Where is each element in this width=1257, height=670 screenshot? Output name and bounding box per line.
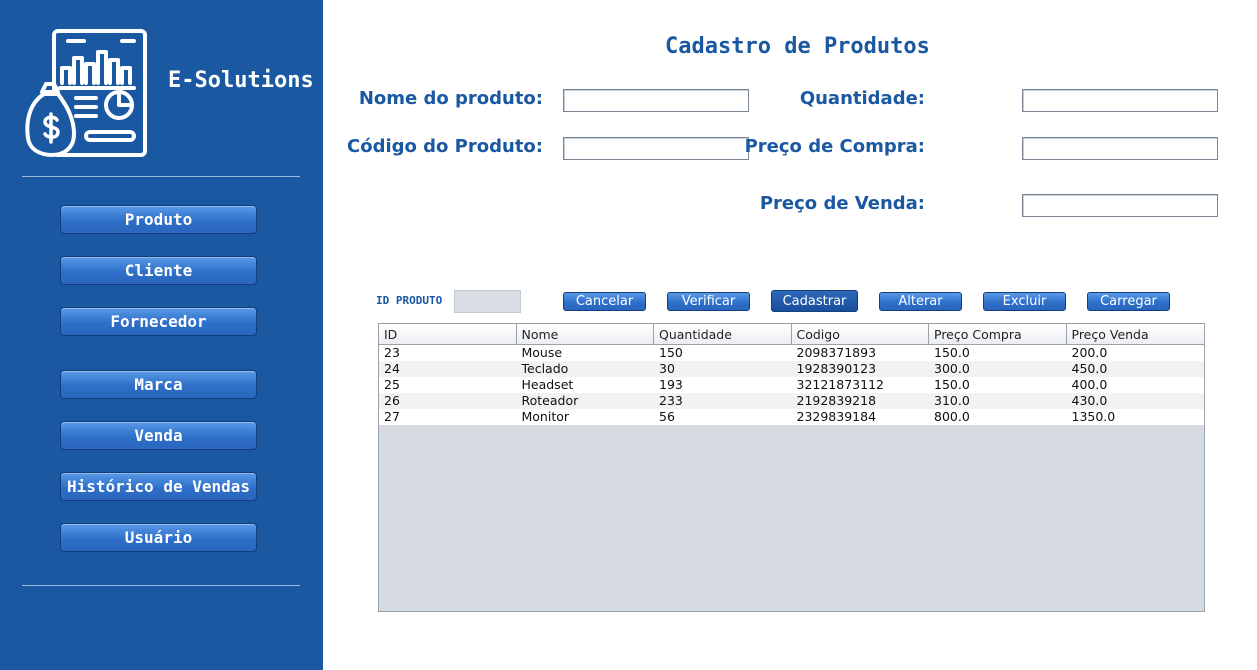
cell-preco-venda: 430.0 — [1071, 393, 1108, 408]
column-header-id[interactable]: ID — [379, 324, 517, 344]
alterar-button[interactable]: Alterar — [879, 292, 962, 311]
cell-id: 27 — [384, 409, 400, 424]
cell-quantidade: 233 — [659, 393, 683, 408]
table-row[interactable]: 25 Headset 193 32121873112 150.0 400.0 — [379, 377, 1204, 393]
cell-codigo: 2192839218 — [796, 393, 877, 408]
cadastrar-button[interactable]: Cadastrar — [771, 290, 858, 312]
cell-preco-venda: 1350.0 — [1071, 409, 1116, 424]
carregar-button[interactable]: Carregar — [1087, 292, 1170, 311]
preco-compra-label: Preço de Compra: — [744, 136, 925, 157]
cell-preco-compra: 800.0 — [934, 409, 970, 424]
cell-preco-venda: 200.0 — [1071, 345, 1108, 360]
excluir-button[interactable]: Excluir — [983, 292, 1066, 311]
column-header-preco-compra[interactable]: Preço Compra — [929, 324, 1067, 344]
cell-preco-venda: 400.0 — [1071, 377, 1108, 392]
cell-quantidade: 193 — [659, 377, 683, 392]
cancelar-button[interactable]: Cancelar — [563, 292, 646, 311]
cell-quantidade: 30 — [659, 361, 675, 376]
sidebar-divider — [22, 585, 300, 586]
preco-compra-input[interactable] — [1022, 137, 1218, 160]
cell-codigo: 1928390123 — [796, 361, 877, 376]
cell-id: 24 — [384, 361, 400, 376]
products-table[interactable]: ID Nome Quantidade Codigo Preço Compra P… — [378, 323, 1205, 612]
cell-codigo: 2098371893 — [796, 345, 877, 360]
column-header-codigo[interactable]: Codigo — [792, 324, 929, 344]
table-row[interactable]: 24 Teclado 30 1928390123 300.0 450.0 — [379, 361, 1204, 377]
quantidade-input[interactable] — [1022, 89, 1218, 112]
quantidade-label: Quantidade: — [799, 88, 925, 109]
nav-fornecedor-button[interactable]: Fornecedor — [60, 307, 257, 336]
nav-marca-button[interactable]: Marca — [60, 370, 257, 399]
financial-report-icon — [25, 29, 147, 157]
id-produto-label: ID PRODUTO — [376, 294, 443, 307]
sidebar: E-Solutions Produto Cliente Fornecedor M… — [0, 0, 323, 670]
cell-codigo: 32121873112 — [796, 377, 884, 392]
page-title: Cadastro de Produtos — [665, 34, 930, 59]
nav-cliente-button[interactable]: Cliente — [60, 256, 257, 285]
nome-produto-label: Nome do produto: — [358, 88, 543, 109]
column-header-quantidade[interactable]: Quantidade — [654, 324, 792, 344]
sidebar-divider — [22, 176, 300, 177]
table-header: ID Nome Quantidade Codigo Preço Compra P… — [379, 324, 1204, 345]
table-row[interactable]: 23 Mouse 150 2098371893 150.0 200.0 — [379, 345, 1204, 361]
id-produto-field — [454, 290, 521, 313]
nome-produto-input[interactable] — [563, 89, 749, 112]
nav-produto-button[interactable]: Produto — [60, 205, 257, 234]
cell-preco-venda: 450.0 — [1071, 361, 1108, 376]
cell-codigo: 2329839184 — [796, 409, 877, 424]
table-row[interactable]: 27 Monitor 56 2329839184 800.0 1350.0 — [379, 409, 1204, 425]
cell-preco-compra: 150.0 — [934, 377, 970, 392]
cell-id: 26 — [384, 393, 400, 408]
cell-nome: Monitor — [521, 409, 570, 424]
verificar-button[interactable]: Verificar — [667, 292, 750, 311]
cell-nome: Teclado — [521, 361, 569, 376]
preco-venda-input[interactable] — [1022, 194, 1218, 217]
table-body: 23 Mouse 150 2098371893 150.0 200.0 24 T… — [379, 345, 1204, 425]
cell-quantidade: 56 — [659, 409, 675, 424]
column-header-nome[interactable]: Nome — [517, 324, 654, 344]
nav-historico-vendas-button[interactable]: Histórico de Vendas — [60, 472, 257, 501]
preco-venda-label: Preço de Venda: — [759, 193, 925, 214]
cell-nome: Mouse — [521, 345, 563, 360]
cell-id: 23 — [384, 345, 400, 360]
cell-id: 25 — [384, 377, 400, 392]
codigo-produto-label: Código do Produto: — [347, 136, 543, 157]
cell-preco-compra: 150.0 — [934, 345, 970, 360]
cell-nome: Headset — [521, 377, 574, 392]
cell-nome: Roteador — [521, 393, 579, 408]
codigo-produto-input[interactable] — [563, 137, 749, 160]
nav-venda-button[interactable]: Venda — [60, 421, 257, 450]
cell-preco-compra: 310.0 — [934, 393, 970, 408]
brand-name: E-Solutions — [168, 68, 314, 93]
column-header-preco-venda[interactable]: Preço Venda — [1067, 324, 1205, 344]
cell-preco-compra: 300.0 — [934, 361, 970, 376]
cell-quantidade: 150 — [659, 345, 683, 360]
table-row[interactable]: 26 Roteador 233 2192839218 310.0 430.0 — [379, 393, 1204, 409]
nav-usuario-button[interactable]: Usuário — [60, 523, 257, 552]
